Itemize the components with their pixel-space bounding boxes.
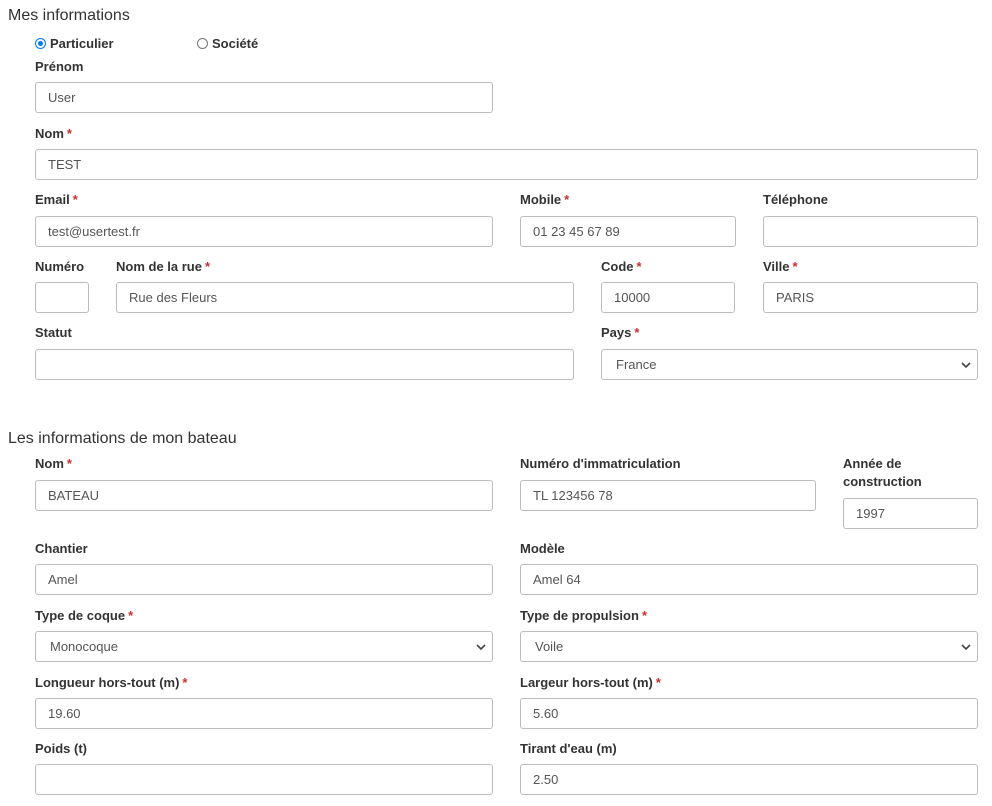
chantier-input[interactable] (35, 564, 493, 595)
required-star: * (66, 456, 72, 471)
label-numero: Numéro (35, 259, 85, 274)
prenom-input[interactable] (35, 82, 493, 113)
required-star: * (636, 259, 642, 274)
rue-input[interactable] (116, 282, 574, 313)
label-statut: Statut (35, 325, 72, 340)
label-pays: Pays * (601, 325, 640, 340)
section-title-personal: Mes informations (8, 7, 130, 24)
poids-input[interactable] (35, 764, 493, 795)
chevron-down-icon (961, 644, 971, 651)
annee-input[interactable] (843, 498, 978, 529)
section-title-boat: Les informations de mon bateau (8, 430, 237, 447)
label-email: Email * (35, 192, 78, 207)
required-star: * (66, 126, 72, 141)
telephone-input[interactable] (763, 216, 978, 247)
label-annee: Année de construction (843, 456, 922, 489)
radio-label-societe[interactable]: Société (212, 36, 258, 52)
statut-input[interactable] (35, 349, 574, 380)
propulsion-select-value: Voile (535, 639, 564, 654)
required-star: * (182, 675, 188, 690)
tirant-input[interactable] (520, 764, 978, 795)
radio-particulier[interactable] (35, 38, 46, 49)
largeur-input[interactable] (520, 698, 978, 729)
label-nom: Nom * (35, 126, 72, 141)
email-input[interactable] (35, 216, 493, 247)
chevron-down-icon (961, 362, 971, 369)
label-boat-nom: Nom * (35, 456, 72, 471)
chevron-down-icon (476, 644, 486, 651)
label-coque: Type de coque * (35, 608, 134, 623)
label-immatriculation: Numéro d'immatriculation (520, 456, 681, 471)
required-star: * (641, 608, 647, 623)
radio-label-particulier[interactable]: Particulier (50, 36, 114, 52)
ville-input[interactable] (763, 282, 978, 313)
label-mobile: Mobile * (520, 192, 570, 207)
coque-select-value: Monocoque (50, 639, 118, 654)
required-star: * (72, 192, 78, 207)
required-star: * (655, 675, 661, 690)
label-prenom: Prénom (35, 59, 84, 74)
label-longueur: Longueur hors-tout (m) * (35, 675, 188, 690)
required-star: * (128, 608, 134, 623)
code-input[interactable] (601, 282, 735, 313)
longueur-input[interactable] (35, 698, 493, 729)
required-star: * (204, 259, 211, 274)
label-tirant: Tirant d'eau (m) (520, 741, 617, 756)
required-star: * (634, 325, 640, 340)
label-modele: Modèle (520, 541, 565, 556)
label-propulsion: Type de propulsion * (520, 608, 647, 623)
boat-nom-input[interactable] (35, 480, 493, 511)
radio-societe[interactable] (197, 38, 208, 49)
label-rue: Nom de la rue * (116, 259, 211, 274)
mobile-input[interactable] (520, 216, 736, 247)
numero-input[interactable] (35, 282, 89, 313)
label-chantier: Chantier (35, 541, 88, 556)
modele-input[interactable] (520, 564, 978, 595)
label-telephone: Téléphone (763, 192, 829, 207)
pays-select[interactable]: France (601, 349, 978, 380)
required-star: * (564, 192, 570, 207)
coque-select[interactable]: Monocoque (35, 631, 493, 662)
required-star: * (792, 259, 798, 274)
label-largeur: Largeur hors-tout (m) * (520, 675, 661, 690)
label-poids: Poids (t) (35, 741, 87, 756)
nom-input[interactable] (35, 149, 978, 180)
propulsion-select[interactable]: Voile (520, 631, 978, 662)
pays-select-value: France (616, 357, 657, 372)
label-code: Code * (601, 259, 642, 274)
immatriculation-input[interactable] (520, 480, 816, 511)
label-ville: Ville * (763, 259, 798, 274)
